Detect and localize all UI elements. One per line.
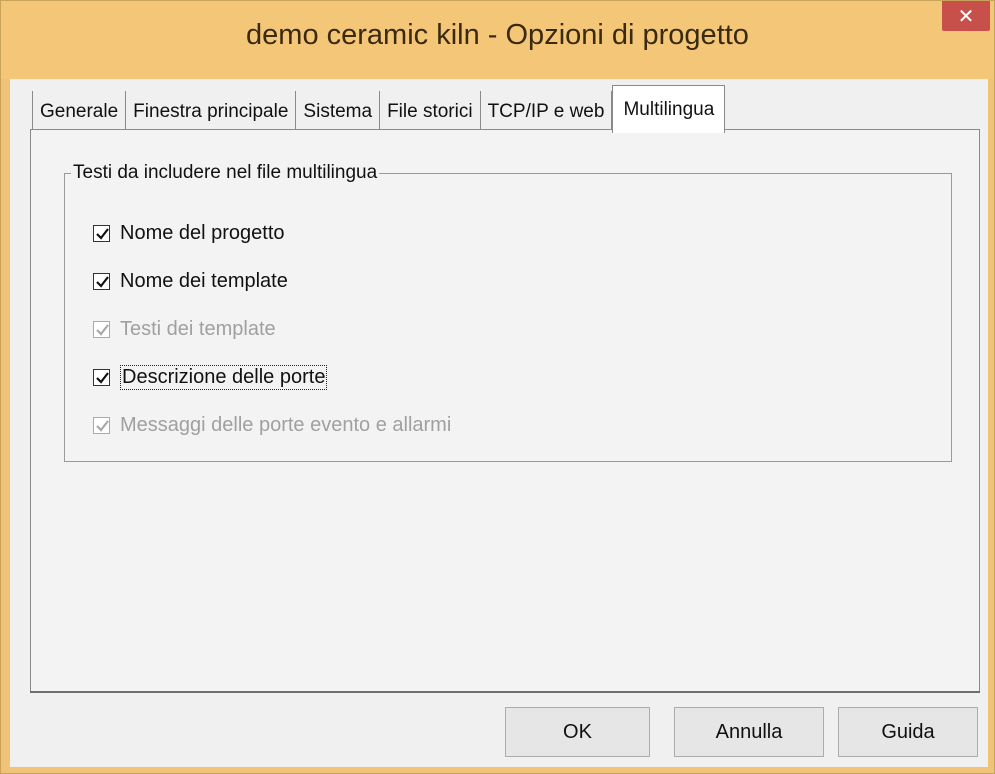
dialog-client-area: Generale Finestra principale Sistema Fil… [10,79,988,767]
checkbox-messaggi-porte: Messaggi delle porte evento e allarmi [93,410,451,440]
cancel-button[interactable]: Annulla [674,707,824,757]
checkbox-icon[interactable] [93,368,110,386]
checkbox-label: Descrizione delle porte [120,364,328,390]
dialog-window: demo ceramic kiln - Opzioni di progetto … [0,0,995,774]
tab-finestra-principale[interactable]: Finestra principale [126,91,297,133]
tab-multilingua[interactable]: Multilingua [612,85,726,133]
checkbox-icon[interactable] [93,224,110,242]
group-title: Testi da includere nel file multilingua [73,162,378,183]
checkbox-icon[interactable] [93,272,110,290]
close-icon[interactable]: ✕ [942,1,990,31]
checkbox-label: Nome dei template [120,269,288,292]
checkbox-testi-template: Testi dei template [93,314,276,344]
help-button[interactable]: Guida [838,707,978,757]
tab-tcp-ip-web[interactable]: TCP/IP e web [480,91,613,133]
checkbox-icon [93,320,110,338]
checkbox-nome-template[interactable]: Nome dei template [93,266,288,296]
checkbox-descrizione-porte[interactable]: Descrizione delle porte [93,362,328,392]
tab-panel-multilingua: Testi da includere nel file multilingua … [30,129,980,693]
window-title: demo ceramic kiln - Opzioni di progetto [246,19,749,51]
checkbox-label: Testi dei template [120,317,276,340]
checkbox-icon [93,416,110,434]
checkbox-label: Messaggi delle porte evento e allarmi [120,413,452,436]
multilingual-texts-group: Testi da includere nel file multilingua … [64,162,952,462]
title-bar[interactable]: demo ceramic kiln - Opzioni di progetto … [1,1,994,79]
tab-strip: Generale Finestra principale Sistema Fil… [32,85,726,133]
tab-generale[interactable]: Generale [32,91,127,133]
panel-divider [30,691,980,693]
ok-button[interactable]: OK [505,707,650,757]
tab-file-storici[interactable]: File storici [380,91,481,133]
checkbox-nome-progetto[interactable]: Nome del progetto [93,218,285,248]
tab-sistema[interactable]: Sistema [296,91,381,133]
checkbox-label: Nome del progetto [120,221,285,244]
